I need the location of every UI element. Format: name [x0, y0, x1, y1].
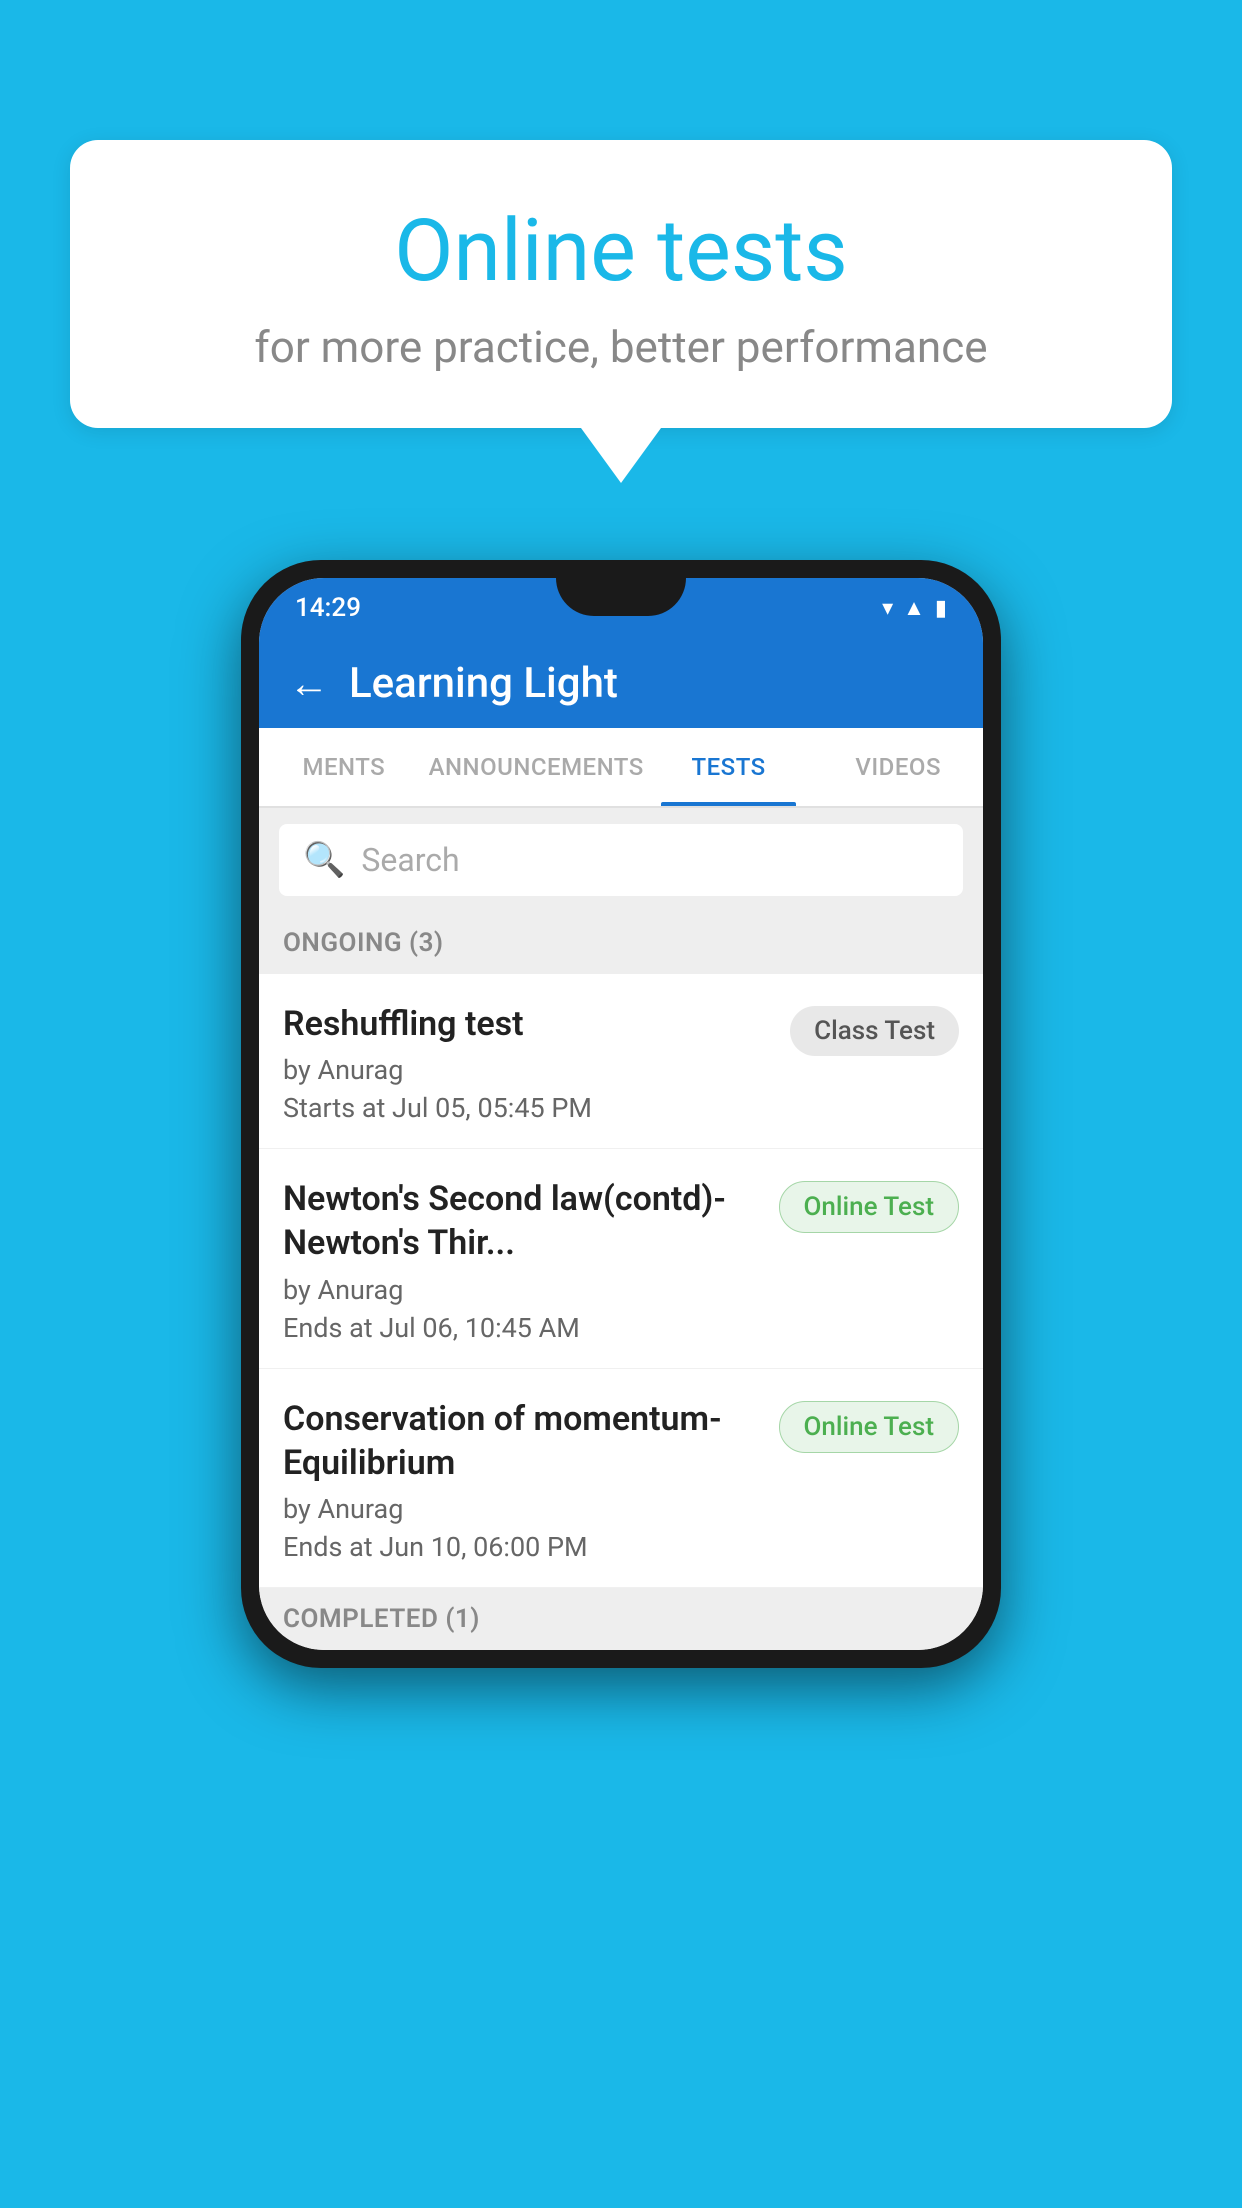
badge-class-test: Class Test	[790, 1006, 959, 1056]
bubble-subtitle: for more practice, better performance	[130, 321, 1112, 373]
status-bar: 14:29 ▾ ▲ ▮	[259, 578, 983, 638]
tab-announcements[interactable]: ANNOUNCEMENTS	[429, 728, 644, 806]
search-container: 🔍 Search	[259, 808, 983, 912]
bubble-title: Online tests	[130, 200, 1112, 301]
completed-label: COMPLETED (1)	[283, 1604, 480, 1634]
tab-videos[interactable]: VIDEOS	[813, 728, 983, 806]
search-bar[interactable]: 🔍 Search	[279, 824, 963, 896]
tab-tests[interactable]: TESTS	[644, 728, 814, 806]
test-list: Reshuffling test by Anurag Starts at Jul…	[259, 974, 983, 1588]
test-item-newtons[interactable]: Newton's Second law(contd)-Newton's Thir…	[259, 1149, 983, 1368]
notch	[556, 578, 686, 616]
tab-bar: MENTS ANNOUNCEMENTS TESTS VIDEOS	[259, 728, 983, 808]
app-bar: ← Learning Light	[259, 638, 983, 728]
status-icons: ▾ ▲ ▮	[882, 595, 947, 621]
test-date-newtons: Ends at Jul 06, 10:45 AM	[283, 1312, 763, 1344]
test-date-reshuffling: Starts at Jul 05, 05:45 PM	[283, 1092, 774, 1124]
speech-bubble-container: Online tests for more practice, better p…	[70, 140, 1172, 483]
badge-online-test-1: Online Test	[779, 1181, 960, 1233]
tab-ments[interactable]: MENTS	[259, 728, 429, 806]
test-title-newtons: Newton's Second law(contd)-Newton's Thir…	[283, 1177, 763, 1265]
battery-icon: ▮	[935, 596, 947, 621]
test-author-newtons: by Anurag	[283, 1274, 763, 1306]
phone-wrapper: 14:29 ▾ ▲ ▮ ← Learning Light MENTS ANNOU…	[241, 560, 1001, 1668]
test-item-conservation[interactable]: Conservation of momentum-Equilibrium by …	[259, 1369, 983, 1588]
signal-icon: ▲	[903, 595, 925, 621]
search-icon: 🔍	[303, 840, 345, 880]
ongoing-section-header: ONGOING (3)	[259, 912, 983, 974]
test-title-conservation: Conservation of momentum-Equilibrium	[283, 1397, 763, 1485]
test-item-reshuffling[interactable]: Reshuffling test by Anurag Starts at Jul…	[259, 974, 983, 1149]
wifi-icon: ▾	[882, 596, 893, 621]
ongoing-label: ONGOING (3)	[283, 928, 444, 958]
bubble-arrow	[581, 428, 661, 483]
test-info-conservation: Conservation of momentum-Equilibrium by …	[283, 1397, 763, 1563]
test-date-conservation: Ends at Jun 10, 06:00 PM	[283, 1531, 763, 1563]
test-info-reshuffling: Reshuffling test by Anurag Starts at Jul…	[283, 1002, 774, 1124]
test-author-conservation: by Anurag	[283, 1493, 763, 1525]
back-button[interactable]: ←	[289, 660, 329, 707]
search-placeholder: Search	[361, 841, 459, 879]
status-time: 14:29	[295, 593, 361, 623]
test-title-reshuffling: Reshuffling test	[283, 1002, 774, 1046]
phone-outer: 14:29 ▾ ▲ ▮ ← Learning Light MENTS ANNOU…	[241, 560, 1001, 1668]
badge-online-test-2: Online Test	[779, 1401, 960, 1453]
test-author-reshuffling: by Anurag	[283, 1054, 774, 1086]
test-info-newtons: Newton's Second law(contd)-Newton's Thir…	[283, 1177, 763, 1343]
speech-bubble: Online tests for more practice, better p…	[70, 140, 1172, 428]
phone-screen: 14:29 ▾ ▲ ▮ ← Learning Light MENTS ANNOU…	[259, 578, 983, 1650]
app-title: Learning Light	[349, 659, 618, 708]
completed-section-header: COMPLETED (1)	[259, 1588, 983, 1650]
